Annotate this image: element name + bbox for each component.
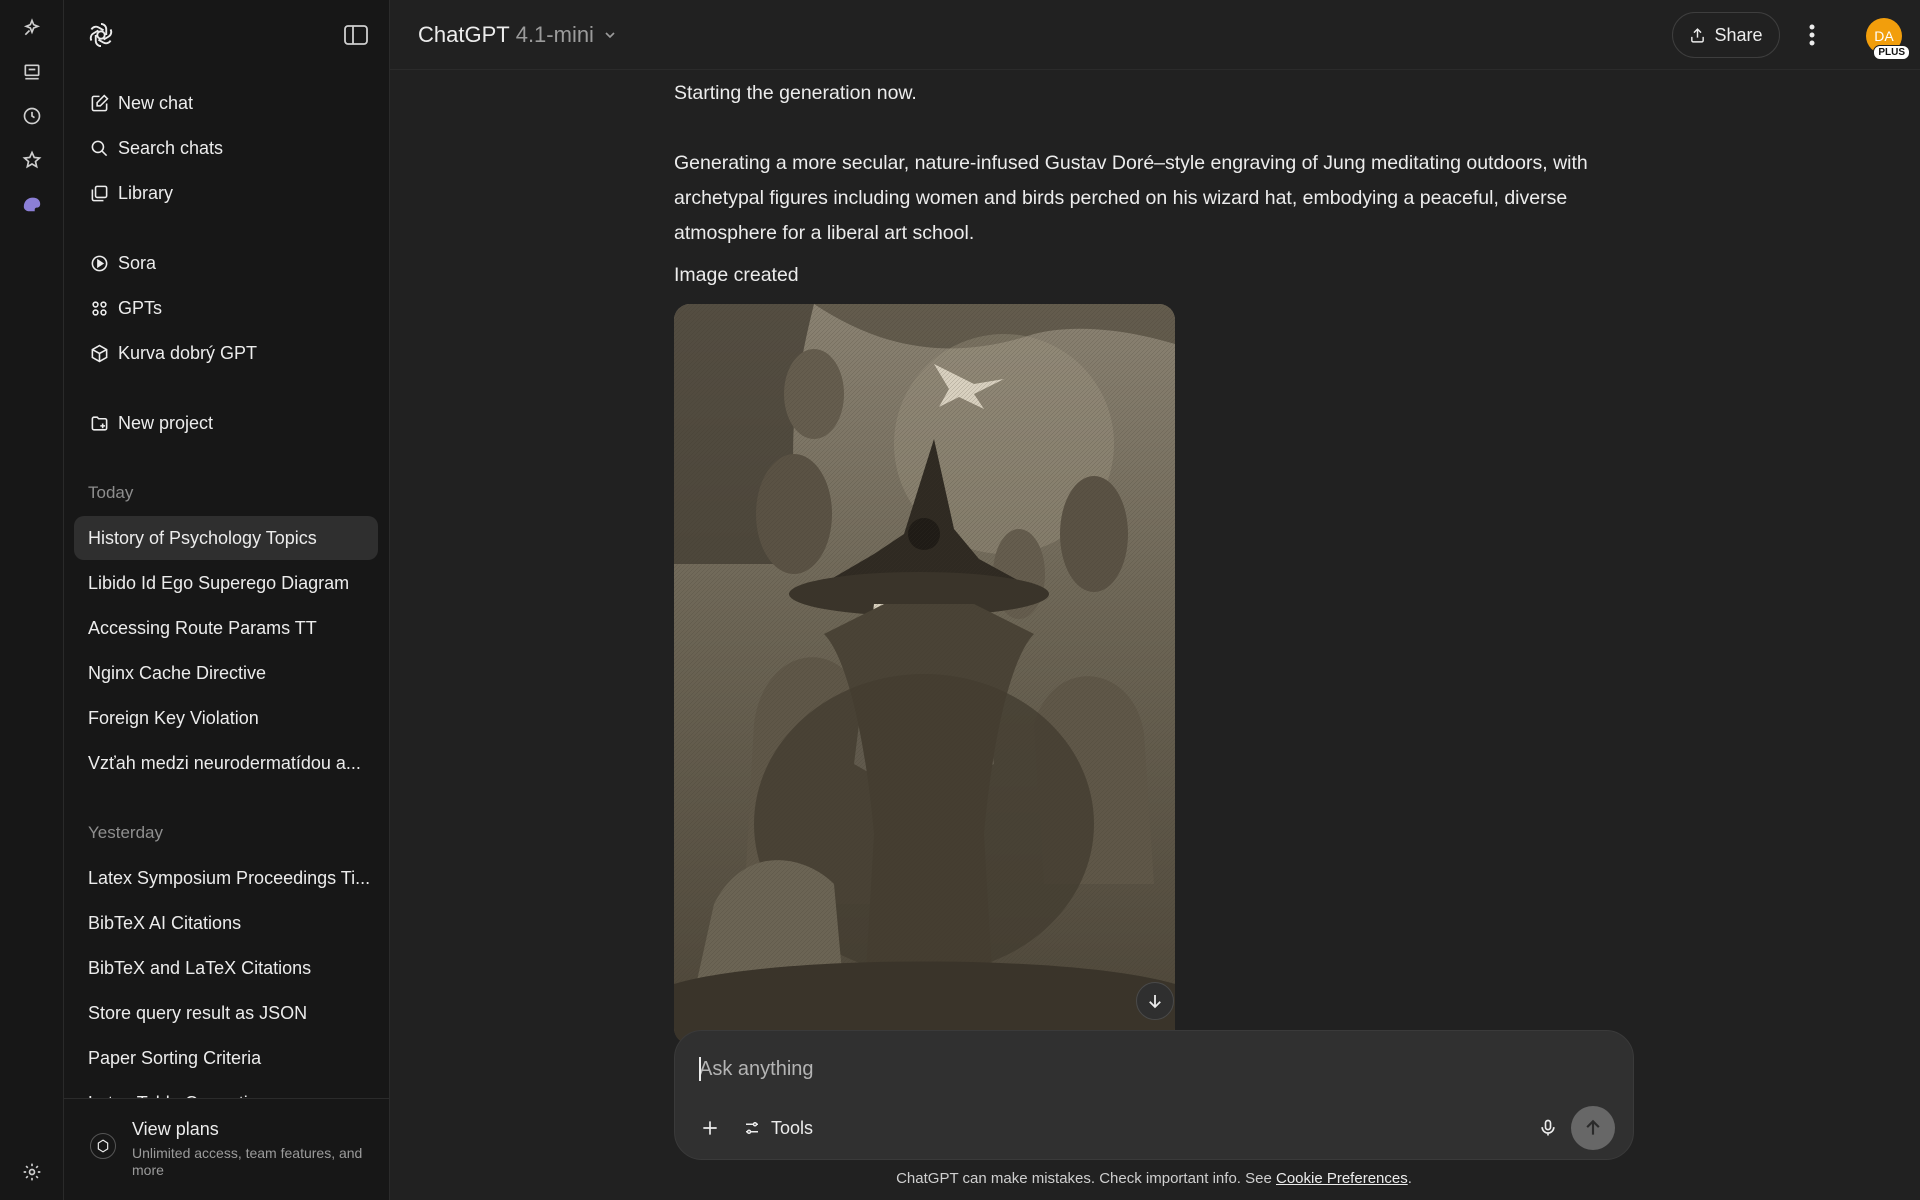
conversation-item[interactable]: Vzťah medzi neurodermatídou a... xyxy=(74,741,378,785)
custom-gpt-label: Kurva dobrý GPT xyxy=(118,342,258,363)
folder-plus-icon xyxy=(88,412,110,434)
conversation-item[interactable]: BibTeX AI Citations xyxy=(74,901,378,945)
message-composer: Tools xyxy=(674,1030,1634,1160)
plus-icon xyxy=(703,1121,717,1135)
prompt-input[interactable] xyxy=(699,1053,1579,1085)
library-button[interactable]: Library xyxy=(74,173,378,213)
section-title-today: Today xyxy=(88,483,134,502)
sliders-icon xyxy=(743,1119,761,1137)
view-plans-button[interactable]: View plans Unlimited access, team featur… xyxy=(64,1098,389,1200)
conversation-item[interactable]: Nginx Cache Directive xyxy=(74,651,378,695)
conversation-item[interactable]: Latex Symposium Proceedings Ti... xyxy=(74,856,378,900)
custom-gpt-button[interactable]: Kurva dobrý GPT xyxy=(74,333,378,373)
share-button[interactable]: Share xyxy=(1672,12,1780,58)
conversation-item[interactable]: Store query result as JSON xyxy=(74,991,378,1035)
disclaimer-end: . xyxy=(1407,1170,1412,1187)
sidebar-header xyxy=(84,18,369,52)
share-icon xyxy=(1689,27,1706,44)
disclaimer-text: ChatGPT can make mistakes. Check importa… xyxy=(896,1170,1276,1187)
tools-label: Tools xyxy=(771,1117,814,1138)
section-title-yesterday: Yesterday xyxy=(88,823,163,842)
conversation-item[interactable]: History of Psychology Topics xyxy=(74,516,378,560)
grid-icon xyxy=(88,297,110,319)
cube-icon xyxy=(88,342,110,364)
conversation-item[interactable]: Libido Id Ego Superego Diagram xyxy=(74,561,378,605)
plan-badge: PLUS xyxy=(1873,45,1910,60)
text-caret xyxy=(699,1057,701,1081)
new-chat-label: New chat xyxy=(118,92,194,113)
chevron-down-icon xyxy=(602,27,618,43)
new-project-label: New project xyxy=(118,412,214,433)
sparkle-edit-icon[interactable] xyxy=(20,16,44,40)
inbox-icon[interactable] xyxy=(20,60,44,84)
assistant-message-line: Starting the generation now. xyxy=(674,82,917,104)
sidebar: New chat Search chats Library Sora GPTs … xyxy=(64,0,390,1200)
view-plans-subtitle: Unlimited access, team features, and mor… xyxy=(132,1145,363,1178)
add-attachment-button[interactable] xyxy=(695,1113,725,1143)
microphone-icon xyxy=(1541,1119,1555,1136)
arrow-up-icon xyxy=(1586,1119,1600,1135)
search-chats-label: Search chats xyxy=(118,137,224,158)
search-chats-button[interactable]: Search chats xyxy=(74,128,378,168)
new-chat-button[interactable]: New chat xyxy=(74,83,378,123)
generated-image[interactable] xyxy=(674,304,1175,1044)
model-selector[interactable]: ChatGPT 4.1-mini xyxy=(418,22,618,48)
new-project-button[interactable]: New project xyxy=(74,403,378,443)
scroll-down-button[interactable] xyxy=(1136,982,1174,1020)
microphone-button[interactable] xyxy=(1533,1113,1563,1143)
top-bar: ChatGPT 4.1-mini Share DA PLUS xyxy=(390,0,1920,70)
library-label: Library xyxy=(118,182,174,203)
sora-label: Sora xyxy=(118,252,157,273)
sora-button[interactable]: Sora xyxy=(74,243,378,283)
view-plans-title: View plans xyxy=(132,1119,219,1139)
assistant-message-paragraph: Generating a more secular, nature-infuse… xyxy=(674,152,1588,244)
play-icon xyxy=(88,252,110,274)
conversation-item[interactable]: Paper Sorting Criteria xyxy=(74,1036,378,1080)
upgrade-icon xyxy=(90,1133,116,1159)
extension-icon[interactable] xyxy=(20,192,44,216)
model-name: ChatGPT xyxy=(418,22,510,47)
conversation-item[interactable]: BibTeX and LaTeX Citations xyxy=(74,946,378,990)
share-label: Share xyxy=(1714,24,1763,45)
tools-button[interactable]: Tools xyxy=(743,1113,813,1143)
image-status-label: Image created xyxy=(674,264,799,286)
openai-logo-icon[interactable] xyxy=(84,18,118,52)
search-icon xyxy=(88,137,110,159)
library-icon xyxy=(88,182,110,204)
gpts-label: GPTs xyxy=(118,297,163,318)
disclaimer: ChatGPT can make mistakes. Check importa… xyxy=(674,1170,1634,1187)
settings-icon[interactable] xyxy=(20,1160,44,1184)
history-icon[interactable] xyxy=(20,104,44,128)
more-options-icon[interactable] xyxy=(1800,22,1824,48)
arrow-down-icon xyxy=(1149,995,1161,1009)
conversation-item[interactable]: Foreign Key Violation xyxy=(74,696,378,740)
conversation-item[interactable]: Accessing Route Params TT xyxy=(74,606,378,650)
cookie-preferences-link[interactable]: Cookie Preferences xyxy=(1276,1170,1408,1187)
sidebar-toggle-icon[interactable] xyxy=(343,23,369,47)
new-chat-icon xyxy=(88,92,110,114)
icon-rail xyxy=(0,0,64,1200)
star-icon[interactable] xyxy=(20,148,44,172)
model-version: 4.1-mini xyxy=(515,22,594,47)
send-button[interactable] xyxy=(1571,1106,1615,1150)
gpts-button[interactable]: GPTs xyxy=(74,288,378,328)
